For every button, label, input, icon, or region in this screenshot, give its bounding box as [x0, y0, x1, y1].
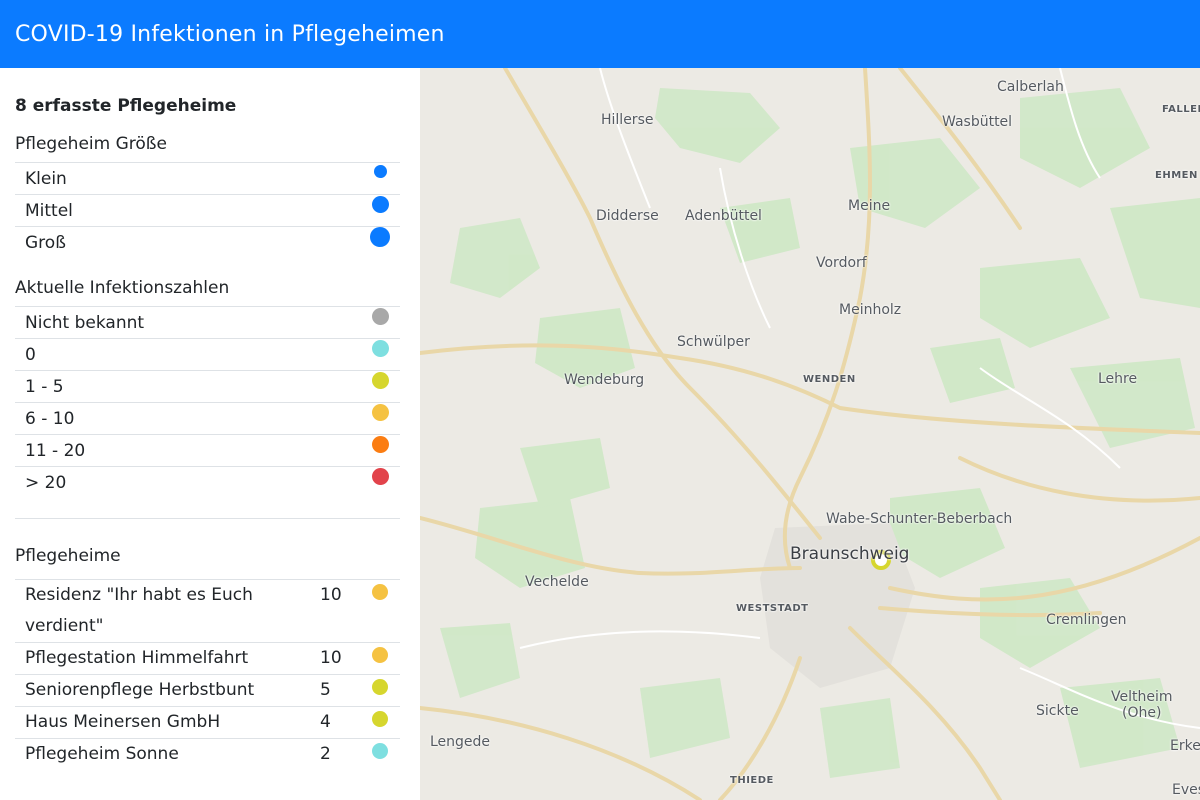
- map-view[interactable]: Calberlah Hillerse Wasbüttel FALLER EHME…: [420, 68, 1200, 800]
- map-label: WENDEN: [803, 374, 856, 385]
- sidebar: 8 erfasste Pflegeheime Pflegeheim Größe …: [0, 68, 420, 800]
- size-medium-dot-icon: [371, 195, 389, 213]
- size-legend-label: Groß: [15, 226, 360, 258]
- app-title[interactable]: COVID-19 Infektionen in Pflegeheimen: [15, 22, 445, 47]
- home-name[interactable]: Pflegeheim Sonne: [15, 738, 320, 770]
- size-legend-row-medium: Mittel: [15, 194, 400, 227]
- home-row[interactable]: Pflegeheim Sonne 2: [15, 738, 400, 770]
- map-label: FALLER: [1162, 104, 1200, 115]
- map-label: Wabe-Schunter-Beberbach: [826, 511, 1013, 527]
- infection-legend-row: 11 - 20: [15, 434, 400, 467]
- map-label: Wendeburg: [564, 372, 645, 388]
- home-row[interactable]: Residenz "Ihr habt es Euch verdient" 10: [15, 579, 400, 643]
- map-label: Cremlingen: [1046, 612, 1127, 628]
- infection-legend-row: 0: [15, 338, 400, 371]
- infection-legend-row: Nicht bekannt: [15, 306, 400, 339]
- map-label: Veltheim: [1111, 689, 1173, 705]
- size-legend-row-small: Klein: [15, 162, 400, 195]
- home-status-dot-icon: [372, 711, 388, 727]
- home-infection-count: 4: [320, 706, 360, 739]
- map-label: Lengede: [430, 734, 491, 750]
- home-status-dot-icon: [372, 679, 388, 695]
- map-label: Erker: [1170, 738, 1200, 754]
- map-label: (Ohe): [1122, 705, 1162, 721]
- home-status-dot-icon: [372, 647, 388, 663]
- map-label: Vechelde: [525, 574, 589, 590]
- infection-legend-label: 0: [15, 338, 360, 371]
- map-label: Vordorf: [816, 255, 867, 271]
- home-name[interactable]: Seniorenpflege Herbstbunt: [15, 674, 320, 707]
- size-legend-title: Pflegeheim Größe: [15, 134, 167, 154]
- home-status-dot-icon: [372, 584, 388, 600]
- eleven-to-twenty-dot-icon: [371, 435, 389, 453]
- size-large-dot-icon: [370, 227, 390, 247]
- map-label: Meinholz: [839, 302, 902, 318]
- map-label: Hillerse: [601, 112, 654, 128]
- six-to-ten-dot-icon: [371, 403, 389, 421]
- home-infection-count: 2: [320, 738, 360, 770]
- size-legend-label: Klein: [15, 162, 360, 195]
- size-legend-row-large: Groß: [15, 226, 400, 258]
- home-infection-count: 10: [320, 642, 360, 675]
- map-label: Wasbüttel: [942, 114, 1013, 130]
- infection-legend-label: 11 - 20: [15, 434, 360, 467]
- size-legend: Klein Mittel Groß: [15, 162, 400, 258]
- home-row[interactable]: Haus Meinersen GmbH 4: [15, 706, 400, 739]
- map-label: Calberlah: [997, 79, 1064, 95]
- home-name[interactable]: Haus Meinersen GmbH: [15, 706, 320, 739]
- infection-legend-row: 6 - 10: [15, 402, 400, 435]
- one-to-five-dot-icon: [371, 371, 389, 389]
- map-label: Adenbüttel: [685, 208, 762, 224]
- home-row[interactable]: Seniorenpflege Herbstbunt 5: [15, 674, 400, 707]
- map-label-city: Braunschweig: [790, 544, 910, 564]
- over-twenty-dot-icon: [371, 467, 389, 485]
- size-small-dot-icon: [373, 164, 387, 178]
- homes-list: Residenz "Ihr habt es Euch verdient" 10 …: [15, 579, 400, 770]
- map-label: Lehre: [1098, 371, 1138, 387]
- home-row[interactable]: Pflegestation Himmelfahrt 10: [15, 642, 400, 675]
- map-label: EHMEN: [1155, 170, 1198, 181]
- infection-legend: Nicht bekannt 0 1 - 5 6 - 10 11 - 20 > 2…: [15, 306, 400, 498]
- size-legend-label: Mittel: [15, 194, 360, 227]
- home-infection-count: 10: [320, 579, 360, 643]
- infection-legend-row: 1 - 5: [15, 370, 400, 403]
- infection-legend-label: Nicht bekannt: [15, 306, 360, 339]
- map-label: Meine: [848, 198, 891, 214]
- top-navbar: COVID-19 Infektionen in Pflegeheimen: [0, 0, 1200, 68]
- map-label: Sickte: [1036, 703, 1079, 719]
- infection-legend-row: > 20: [15, 466, 400, 498]
- infection-legend-label: > 20: [15, 466, 360, 498]
- homes-list-title: Pflegeheime: [15, 546, 121, 566]
- home-infection-count: 5: [320, 674, 360, 707]
- facility-count-title: 8 erfasste Pflegeheime: [15, 96, 237, 116]
- home-name[interactable]: Pflegestation Himmelfahrt: [15, 642, 320, 675]
- infection-legend-label: 6 - 10: [15, 402, 360, 435]
- home-status-dot-icon: [372, 743, 388, 759]
- infection-legend-label: 1 - 5: [15, 370, 360, 403]
- section-divider: [15, 518, 400, 519]
- map-label: Eves: [1172, 782, 1200, 798]
- map-label: Schwülper: [677, 334, 750, 350]
- unknown-dot-icon: [371, 307, 389, 325]
- map-label: WESTSTADT: [736, 603, 809, 614]
- map-label: Didderse: [596, 208, 659, 224]
- map-background: [420, 68, 1200, 800]
- zero-dot-icon: [371, 339, 389, 357]
- home-name[interactable]: Residenz "Ihr habt es Euch verdient": [15, 579, 320, 643]
- infection-legend-title: Aktuelle Infektionszahlen: [15, 278, 230, 298]
- map-label: THIEDE: [730, 775, 774, 786]
